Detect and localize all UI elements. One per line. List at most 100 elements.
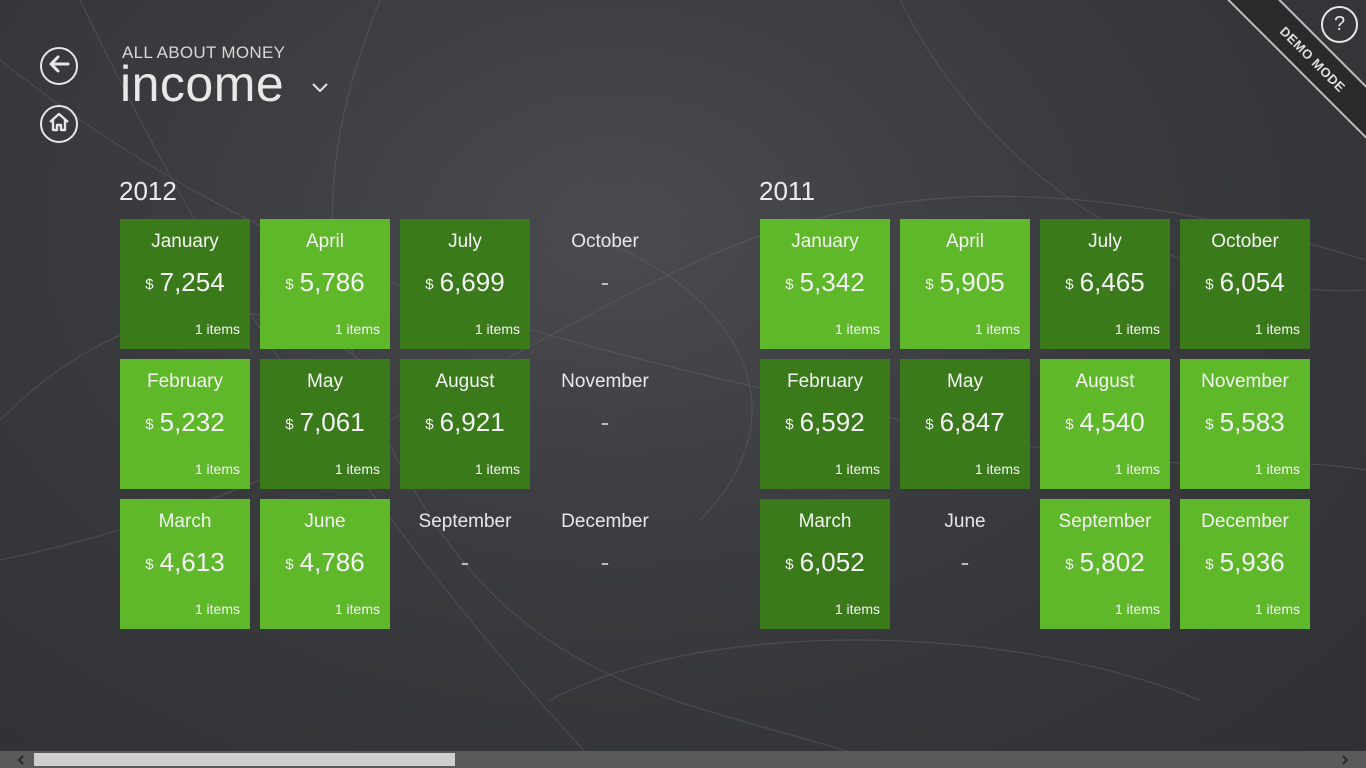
month-amount: - (900, 547, 1030, 578)
month-tile-march[interactable]: March $4,613 1 items (120, 499, 250, 629)
back-arrow-icon (48, 54, 70, 79)
month-name: April (945, 231, 984, 252)
month-amount: $7,061 (260, 407, 390, 438)
month-name: March (798, 511, 852, 532)
month-amount: - (540, 407, 670, 438)
month-amount: - (540, 547, 670, 578)
item-count: 1 items (834, 321, 880, 337)
month-tile-may[interactable]: May $6,847 1 items (900, 359, 1030, 489)
month-tile-september[interactable]: September $5,802 1 items (1040, 499, 1170, 629)
amount-value: - (600, 547, 610, 577)
month-tile-july[interactable]: July $6,465 1 items (1040, 219, 1170, 349)
item-count: 1 items (1114, 601, 1160, 617)
item-count: 1 items (334, 321, 380, 337)
horizontal-scrollbar[interactable] (0, 751, 1366, 768)
month-name: May (947, 371, 983, 392)
month-tile-february[interactable]: February $5,232 1 items (120, 359, 250, 489)
item-count: 1 items (334, 461, 380, 477)
month-tile-february[interactable]: February $6,592 1 items (760, 359, 890, 489)
amount-value: 5,936 (1219, 547, 1285, 577)
month-tile-june: June - (900, 499, 1030, 629)
help-button[interactable]: ? (1321, 6, 1358, 43)
amount-value: 6,052 (799, 547, 865, 577)
month-name: February (146, 371, 224, 392)
item-count: 1 items (194, 601, 240, 617)
item-count: 1 items (834, 461, 880, 477)
item-count: 1 items (194, 321, 240, 337)
month-tile-march[interactable]: March $6,052 1 items (760, 499, 890, 629)
scroll-right-icon[interactable] (1336, 751, 1353, 768)
currency-symbol: $ (925, 276, 934, 293)
month-tile-april[interactable]: April $5,905 1 items (900, 219, 1030, 349)
amount-value: - (960, 547, 970, 577)
amount-value: 5,802 (1079, 547, 1145, 577)
month-amount: $6,592 (760, 407, 890, 438)
month-amount: $6,054 (1180, 267, 1310, 298)
month-tile-august[interactable]: August $4,540 1 items (1040, 359, 1170, 489)
month-name: September (418, 511, 512, 532)
month-tile-december[interactable]: December $5,936 1 items (1180, 499, 1310, 629)
month-tile-october[interactable]: October $6,054 1 items (1180, 219, 1310, 349)
month-amount: $6,921 (400, 407, 530, 438)
currency-symbol: $ (145, 416, 154, 433)
item-count: 1 items (194, 461, 240, 477)
month-name: December (1201, 511, 1289, 532)
item-count: 1 items (1254, 601, 1300, 617)
month-name: August (435, 371, 495, 392)
scroll-thumb[interactable] (34, 753, 455, 766)
chevron-down-icon[interactable] (310, 80, 330, 99)
scroll-left-icon[interactable] (12, 751, 29, 768)
month-name: March (158, 511, 212, 532)
currency-symbol: $ (1065, 556, 1074, 573)
item-count: 1 items (834, 601, 880, 617)
currency-symbol: $ (1205, 556, 1214, 573)
currency-symbol: $ (785, 556, 794, 573)
amount-value: 6,054 (1219, 267, 1285, 297)
amount-value: 5,583 (1219, 407, 1285, 437)
month-amount: $5,232 (120, 407, 250, 438)
month-tile-august[interactable]: August $6,921 1 items (400, 359, 530, 489)
back-button[interactable] (40, 47, 78, 85)
month-tile-december: December - (540, 499, 670, 629)
item-count: 1 items (974, 321, 1020, 337)
month-tile-november: November - (540, 359, 670, 489)
month-amount: $6,847 (900, 407, 1030, 438)
month-name: April (305, 231, 344, 252)
amount-value: - (460, 547, 470, 577)
home-icon (48, 111, 70, 138)
year-label: 2012 (119, 176, 177, 206)
month-tile-july[interactable]: July $6,699 1 items (400, 219, 530, 349)
amount-value: 6,699 (439, 267, 505, 297)
month-name: July (448, 231, 482, 252)
item-count: 1 items (334, 601, 380, 617)
item-count: 1 items (1114, 321, 1160, 337)
month-name: May (307, 371, 343, 392)
page-title[interactable]: income (120, 55, 284, 113)
month-tile-may[interactable]: May $7,061 1 items (260, 359, 390, 489)
amount-value: 6,921 (439, 407, 505, 437)
month-tile-january[interactable]: January $7,254 1 items (120, 219, 250, 349)
amount-value: 4,540 (1079, 407, 1145, 437)
currency-symbol: $ (785, 276, 794, 293)
month-name: February (786, 371, 864, 392)
month-tile-september: September - (400, 499, 530, 629)
month-name: January (791, 231, 859, 252)
item-count: 1 items (1254, 461, 1300, 477)
currency-symbol: $ (285, 556, 294, 573)
month-amount: $5,786 (260, 267, 390, 298)
month-name: November (561, 371, 649, 392)
month-tile-january[interactable]: January $5,342 1 items (760, 219, 890, 349)
currency-symbol: $ (1205, 276, 1214, 293)
question-icon: ? (1333, 13, 1346, 35)
month-tile-november[interactable]: November $5,583 1 items (1180, 359, 1310, 489)
month-amount: $5,936 (1180, 547, 1310, 578)
month-tile-june[interactable]: June $4,786 1 items (260, 499, 390, 629)
month-amount: $6,052 (760, 547, 890, 578)
home-button[interactable] (40, 105, 78, 143)
month-tile-april[interactable]: April $5,786 1 items (260, 219, 390, 349)
amount-value: 4,613 (159, 547, 225, 577)
month-amount: - (540, 267, 670, 298)
currency-symbol: $ (425, 276, 434, 293)
month-name: August (1075, 371, 1135, 392)
month-name: June (944, 511, 986, 532)
